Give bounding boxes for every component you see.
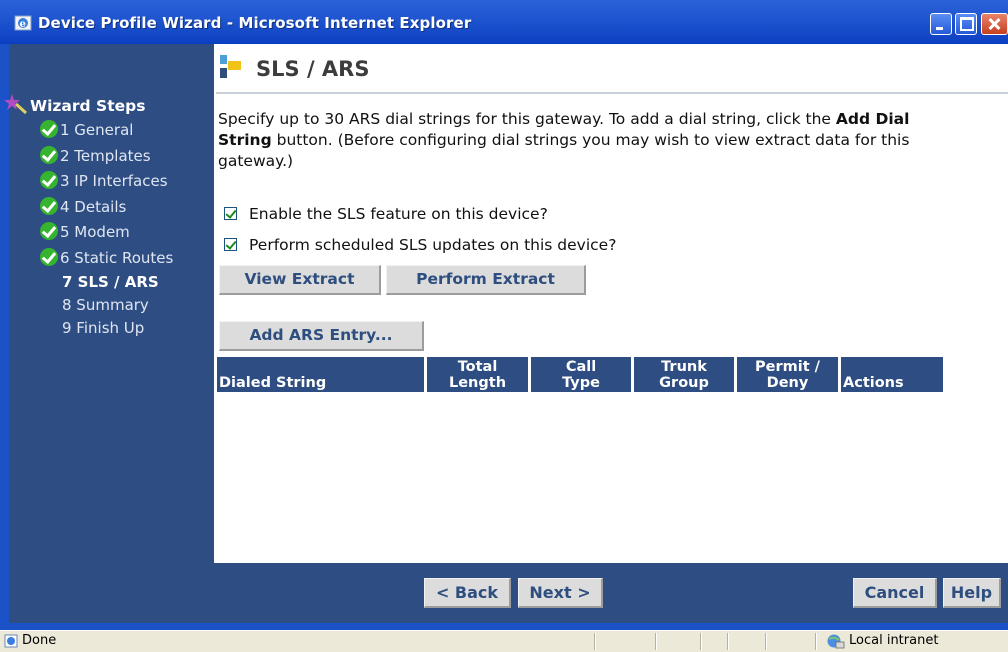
section-icon	[220, 55, 241, 78]
view-extract-button[interactable]: View Extract	[219, 265, 381, 295]
globe-icon	[827, 634, 845, 649]
step-templates[interactable]: 2 Templates	[40, 146, 151, 165]
title-divider	[216, 92, 1008, 94]
ie-page-icon: e	[14, 15, 32, 31]
status-text: Done	[22, 633, 57, 648]
col-actions: Actions	[841, 357, 943, 392]
wizard-steps-heading: Wizard Steps	[4, 92, 145, 115]
enable-sls-label: Enable the SLS feature on this device?	[249, 205, 548, 223]
enable-sls-row[interactable]: Enable the SLS feature on this device?	[224, 205, 548, 223]
title-bar: e Device Profile Wizard - Microsoft Inte…	[0, 0, 1008, 44]
status-divider	[594, 633, 596, 650]
step-sls-ars: 7 SLS / ARS	[62, 273, 159, 291]
back-button[interactable]: < Back	[424, 578, 511, 608]
help-button[interactable]: Help	[943, 578, 1001, 608]
col-permit-deny[interactable]: Permit / Deny	[737, 357, 838, 392]
next-button[interactable]: Next >	[518, 578, 603, 608]
enable-sls-checkbox[interactable]	[224, 207, 237, 220]
scheduled-sls-row[interactable]: Perform scheduled SLS updates on this de…	[224, 236, 616, 254]
check-icon	[40, 197, 58, 215]
scheduled-sls-label: Perform scheduled SLS updates on this de…	[249, 236, 617, 254]
window-title: Device Profile Wizard - Microsoft Intern…	[38, 14, 472, 32]
maximize-button[interactable]	[955, 13, 977, 35]
page-done-icon	[4, 634, 18, 648]
step-label: 5 Modem	[60, 223, 130, 241]
col-dialed-string[interactable]: Dialed String	[217, 357, 424, 392]
add-ars-entry-button[interactable]: Add ARS Entry...	[219, 321, 424, 351]
step-label: 9 Finish Up	[62, 319, 145, 337]
svg-text:e: e	[20, 19, 26, 30]
col-trunk-group[interactable]: Trunk Group	[634, 357, 734, 392]
security-zone-label: Local intranet	[849, 633, 939, 648]
status-divider	[700, 633, 702, 650]
col-total-length[interactable]: Total Length	[427, 357, 528, 392]
step-modem[interactable]: 5 Modem	[40, 222, 130, 241]
minimize-button[interactable]	[930, 13, 952, 35]
status-divider	[765, 633, 767, 650]
step-label: 1 General	[60, 121, 134, 139]
step-ip-interfaces[interactable]: 3 IP Interfaces	[40, 171, 168, 190]
step-label: 7 SLS / ARS	[62, 273, 159, 291]
intro-part1: Specify up to 30 ARS dial strings for th…	[218, 110, 831, 128]
wizard-steps-label: Wizard Steps	[30, 97, 146, 115]
perform-extract-button[interactable]: Perform Extract	[386, 265, 586, 295]
step-details[interactable]: 4 Details	[40, 197, 126, 216]
intro-part2: button. (Before configuring dial strings…	[218, 131, 910, 170]
check-icon	[40, 171, 58, 189]
step-label: 3 IP Interfaces	[60, 172, 168, 190]
window-frame-left	[0, 44, 9, 630]
close-button[interactable]	[981, 13, 1008, 35]
step-label: 6 Static Routes	[60, 249, 174, 267]
step-general[interactable]: 1 General	[40, 120, 133, 139]
cancel-button[interactable]: Cancel	[853, 578, 937, 608]
page-title: SLS / ARS	[256, 57, 370, 81]
status-divider	[815, 633, 817, 650]
intro-text: Specify up to 30 ARS dial strings for th…	[218, 109, 938, 172]
col-call-type[interactable]: Call Type	[531, 357, 631, 392]
check-icon	[40, 146, 58, 164]
step-summary: 8 Summary	[62, 296, 149, 314]
step-finish-up: 9 Finish Up	[62, 319, 144, 337]
status-divider	[655, 633, 657, 650]
step-label: 8 Summary	[62, 296, 149, 314]
step-label: 2 Templates	[60, 147, 151, 165]
step-static-routes[interactable]: 6 Static Routes	[40, 248, 173, 267]
window-frame-bottom	[0, 623, 1008, 630]
check-icon	[40, 222, 58, 240]
check-icon	[40, 120, 58, 138]
wizard-wand-icon	[4, 94, 28, 115]
check-icon	[40, 248, 58, 266]
status-bar: Done Local intranet	[0, 630, 1008, 652]
status-divider	[727, 633, 729, 650]
step-label: 4 Details	[60, 198, 127, 216]
scheduled-sls-checkbox[interactable]	[224, 238, 237, 251]
